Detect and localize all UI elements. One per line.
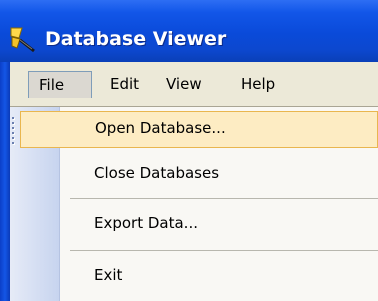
menu-bar: File Edit View Help xyxy=(10,62,378,107)
app-window: Database Viewer File Edit View Help Open… xyxy=(0,0,378,301)
menu-item-close-databases[interactable]: Close Databases xyxy=(10,155,378,189)
menu-view[interactable]: View xyxy=(158,71,210,98)
menu-item-exit[interactable]: Exit xyxy=(10,257,378,293)
menu-separator xyxy=(70,250,378,251)
file-menu-dropdown: Open Database... Close Databases Export … xyxy=(10,106,378,301)
menu-item-export-data[interactable]: Export Data... xyxy=(10,206,378,242)
app-icon xyxy=(8,24,38,54)
window-frame-left xyxy=(0,62,10,301)
title-bar[interactable]: Database Viewer xyxy=(0,0,378,62)
menu-separator xyxy=(70,198,378,199)
menu-item-label: Close Databases xyxy=(94,164,220,182)
menu-item-label: Exit xyxy=(94,266,123,284)
menu-file[interactable]: File xyxy=(28,71,92,98)
menu-item-label: Open Database... xyxy=(95,119,226,137)
menu-item-open-database[interactable]: Open Database... xyxy=(20,111,378,148)
menu-help[interactable]: Help xyxy=(233,71,283,98)
menu-edit[interactable]: Edit xyxy=(102,71,147,98)
menu-item-label: Export Data... xyxy=(94,214,198,232)
menu-grip-handle[interactable] xyxy=(10,115,16,151)
window-title: Database Viewer xyxy=(45,28,227,50)
